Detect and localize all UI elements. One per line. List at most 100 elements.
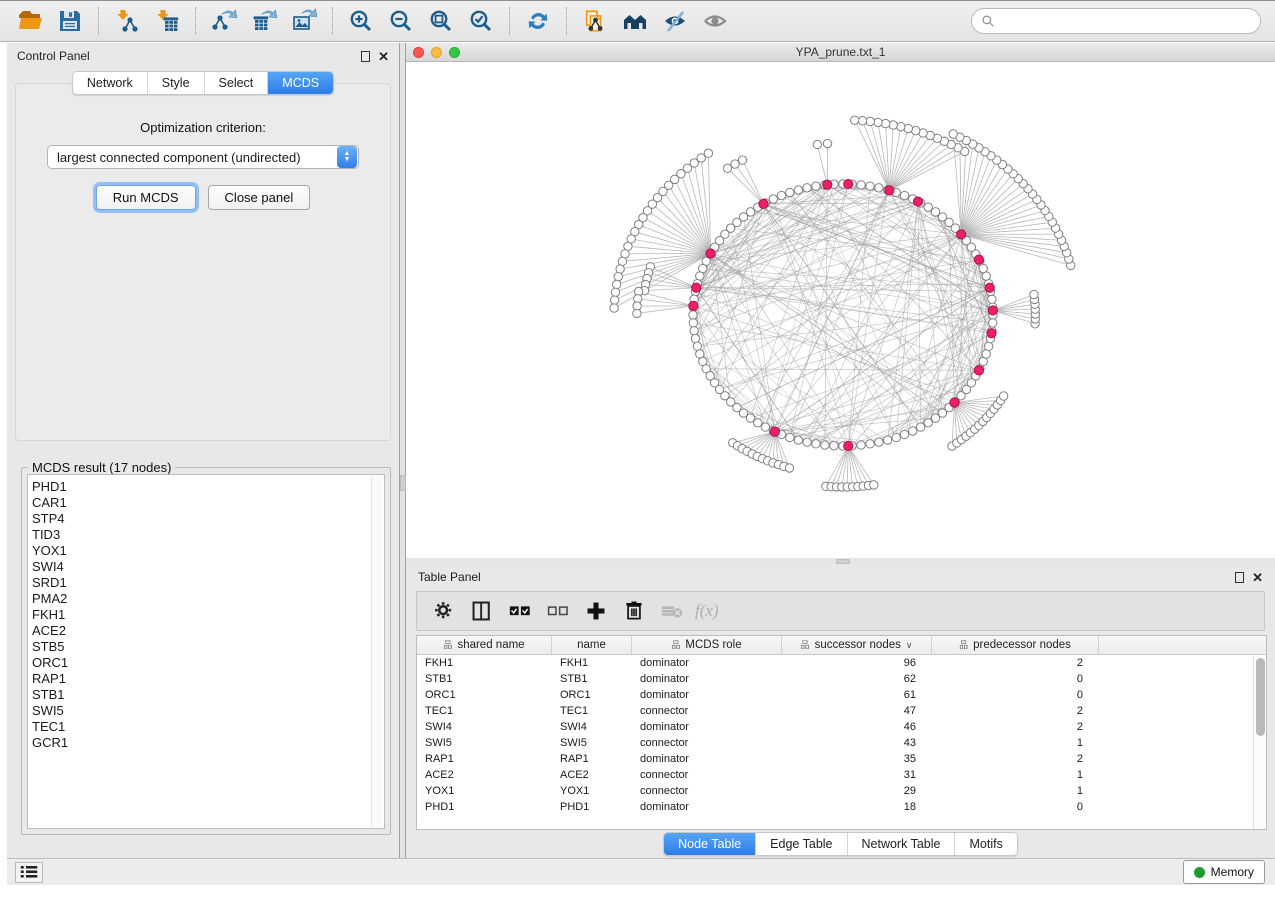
table-row[interactable]: SWI4SWI4dominator462 — [417, 719, 1266, 735]
function-builder-icon[interactable]: f(x) — [695, 601, 719, 621]
zoom-out-button[interactable] — [381, 5, 421, 37]
search-box[interactable] — [971, 8, 1261, 34]
tab-select[interactable]: Select — [205, 72, 269, 94]
graph-ring-node[interactable] — [761, 423, 769, 431]
graph-ring-node[interactable] — [892, 433, 900, 441]
zoom-in-button[interactable] — [341, 5, 381, 37]
graph-leaf-node[interactable] — [999, 392, 1007, 400]
mcds-hub-node[interactable] — [689, 301, 698, 310]
tab-edge-table[interactable]: Edge Table — [756, 833, 847, 855]
open-file-button[interactable] — [10, 5, 50, 37]
graph-leaf-node[interactable] — [616, 265, 624, 273]
mcds-hub-node[interactable] — [844, 441, 853, 450]
graph-leaf-node[interactable] — [866, 117, 874, 125]
graph-leaf-node[interactable] — [610, 296, 618, 304]
graph-ring-node[interactable] — [830, 442, 838, 450]
float-panel-icon[interactable] — [361, 51, 370, 62]
mcds-hub-node[interactable] — [823, 180, 832, 189]
search-input[interactable] — [1001, 14, 1251, 28]
graph-leaf-node[interactable] — [612, 280, 620, 288]
mcds-result-item[interactable]: TEC1 — [32, 719, 384, 735]
mcds-result-item[interactable]: YOX1 — [32, 543, 384, 559]
graph-ring-node[interactable] — [866, 182, 874, 190]
graph-leaf-node[interactable] — [614, 272, 622, 280]
memory-button[interactable]: Memory — [1183, 860, 1265, 884]
graph-ring-node[interactable] — [690, 327, 698, 335]
graph-leaf-node[interactable] — [870, 481, 878, 489]
mcds-result-item[interactable]: CAR1 — [32, 495, 384, 511]
graph-ring-node[interactable] — [794, 436, 802, 444]
tab-style[interactable]: Style — [148, 72, 205, 94]
graph-ring-node[interactable] — [857, 181, 865, 189]
mcds-result-item[interactable]: SWI5 — [32, 703, 384, 719]
graph-ring-node[interactable] — [754, 419, 762, 427]
graph-ring-node[interactable] — [875, 184, 883, 192]
graph-leaf-node[interactable] — [949, 130, 957, 138]
mcds-result-item[interactable]: STB5 — [32, 639, 384, 655]
mcds-result-item[interactable]: PHD1 — [32, 479, 384, 495]
graph-leaf-node[interactable] — [611, 288, 619, 296]
graph-leaf-node[interactable] — [889, 121, 897, 129]
table-scrollbar-thumb[interactable] — [1256, 658, 1265, 736]
tab-motifs[interactable]: Motifs — [955, 833, 1016, 855]
graph-leaf-node[interactable] — [850, 116, 858, 124]
export-image-button[interactable] — [284, 5, 324, 37]
graph-leaf-node[interactable] — [723, 164, 731, 172]
unselect-all-rows-button[interactable] — [541, 596, 575, 626]
column-header-name[interactable]: name — [552, 636, 632, 654]
zoom-fit-button[interactable] — [421, 5, 461, 37]
graph-ring-node[interactable] — [803, 438, 811, 446]
table-row[interactable]: FKH1FKH1dominator962 — [417, 655, 1266, 671]
copy-style-button[interactable] — [575, 5, 615, 37]
hide-selected-button[interactable] — [655, 5, 695, 37]
mcds-result-item[interactable]: STB1 — [32, 687, 384, 703]
graph-leaf-node[interactable] — [813, 140, 821, 148]
zoom-selected-button[interactable] — [461, 5, 501, 37]
import-table-button[interactable] — [147, 5, 187, 37]
graph-ring-node[interactable] — [769, 195, 777, 203]
graph-ring-node[interactable] — [777, 191, 785, 199]
mcds-hub-node[interactable] — [706, 249, 715, 258]
graph-ring-node[interactable] — [857, 441, 865, 449]
table-scrollbar[interactable] — [1253, 656, 1266, 829]
mcds-result-item[interactable]: ACE2 — [32, 623, 384, 639]
mcds-hub-node[interactable] — [985, 283, 994, 292]
graph-leaf-node[interactable] — [858, 117, 866, 125]
refresh-button[interactable] — [518, 5, 558, 37]
table-row[interactable]: YOX1YOX1connector291 — [417, 783, 1266, 799]
table-row[interactable]: SWI5SWI5connector431 — [417, 735, 1266, 751]
close-panel-button[interactable]: Close panel — [208, 185, 311, 210]
graph-ring-node[interactable] — [689, 311, 697, 319]
table-row[interactable]: STB1STB1dominator620 — [417, 671, 1266, 687]
mcds-hub-node[interactable] — [844, 179, 853, 188]
mcds-result-item[interactable]: RAP1 — [32, 671, 384, 687]
graph-ring-node[interactable] — [794, 186, 802, 194]
table-settings-button[interactable] — [427, 596, 461, 626]
graph-ring-node[interactable] — [989, 319, 997, 327]
mcds-hub-node[interactable] — [957, 230, 966, 239]
graph-ring-node[interactable] — [821, 441, 829, 449]
graph-ring-node[interactable] — [812, 440, 820, 448]
close-table-panel-icon[interactable]: ✕ — [1252, 572, 1263, 583]
mcds-hub-node[interactable] — [988, 306, 997, 315]
graph-ring-node[interactable] — [883, 436, 891, 444]
export-table-button[interactable] — [244, 5, 284, 37]
mcds-result-list[interactable]: PHD1CAR1STP4TID3YOX1SWI4SRD1PMA2FKH1ACE2… — [27, 474, 385, 829]
graph-ring-node[interactable] — [786, 188, 794, 196]
table-row[interactable]: ACE2ACE2connector311 — [417, 767, 1266, 783]
mcds-hub-node[interactable] — [692, 283, 701, 292]
graph-leaf-node[interactable] — [1030, 290, 1038, 298]
mcds-hub-node[interactable] — [987, 329, 996, 338]
delete-table-button[interactable] — [655, 596, 689, 626]
graph-ring-node[interactable] — [803, 184, 811, 192]
float-table-panel-icon[interactable] — [1235, 572, 1244, 583]
mcds-hub-node[interactable] — [950, 398, 959, 407]
column-header-predecessor-nodes[interactable]: 品predecessor nodes — [932, 636, 1099, 654]
optimization-criterion-select[interactable]: largest connected component (undirected)… — [47, 145, 359, 169]
tab-mcds[interactable]: MCDS — [268, 72, 333, 94]
export-network-button[interactable] — [204, 5, 244, 37]
horizontal-splitter[interactable] — [406, 558, 1275, 565]
save-session-button[interactable] — [50, 5, 90, 37]
mcds-result-item[interactable]: SRD1 — [32, 575, 384, 591]
graph-ring-node[interactable] — [900, 430, 908, 438]
